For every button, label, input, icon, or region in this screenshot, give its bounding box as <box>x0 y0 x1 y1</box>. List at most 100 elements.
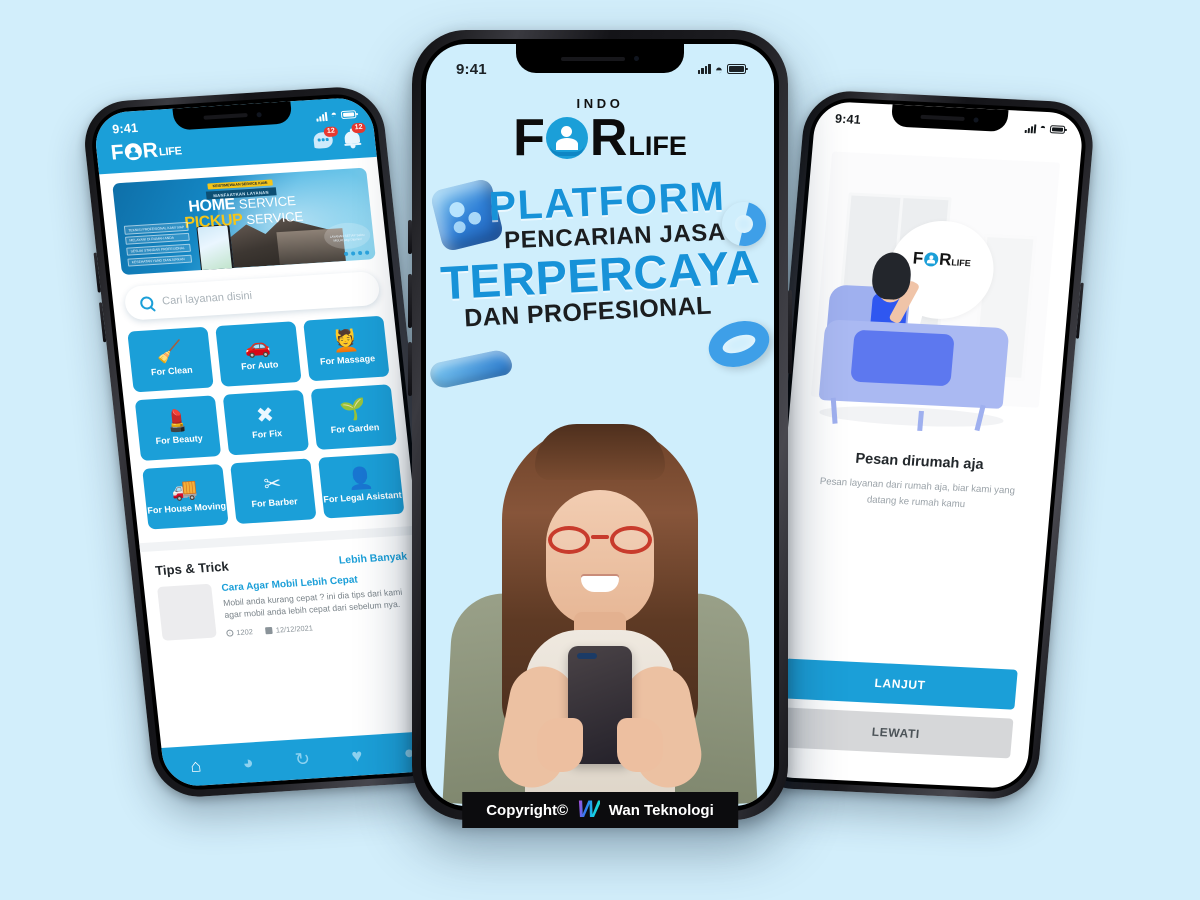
mute-switch[interactable] <box>408 220 412 254</box>
logo-letter-r: R <box>141 138 160 163</box>
service-label: For Garden <box>330 422 380 436</box>
status-time: 9:41 <box>456 60 487 78</box>
search-icon <box>139 295 154 310</box>
tip-thumbnail <box>157 583 217 641</box>
service-tile-for-fix[interactable]: ✖ For Fix <box>222 389 310 456</box>
hero-photo-woman-with-phone <box>426 414 774 806</box>
volume-up-button[interactable] <box>408 274 412 328</box>
service-tile-for-clean[interactable]: 🧹 For Clean <box>127 326 214 393</box>
scissors-comb-icon: ✂ <box>262 472 283 497</box>
notification-button[interactable]: 12 <box>343 122 367 149</box>
tip-date: 12/12/2021 <box>265 623 313 635</box>
service-tile-for-house-moving[interactable]: 🚚 For House Moving <box>142 463 229 530</box>
service-tile-for-garden[interactable]: 🌱 For Garden <box>310 384 398 450</box>
logo-letter-f: F <box>912 248 925 268</box>
tip-views-count: 1202 <box>235 627 254 638</box>
tip-meta: 1202 12/12/2021 <box>226 617 415 638</box>
logo-word-life: LIFE <box>950 257 972 269</box>
home-icon[interactable]: ⌂ <box>189 756 202 777</box>
service-tile-for-barber[interactable]: ✂ For Barber <box>230 458 317 525</box>
hero-headline-block: PLATFORM PENCARIAN JASA TERPERCAYA DAN P… <box>426 173 774 391</box>
sofa-cushion <box>850 329 955 387</box>
status-time: 9:41 <box>834 111 862 127</box>
service-label: For Massage <box>319 353 376 367</box>
promo-banner[interactable]: KEISTIMEWAAN SERVICE KAMI MANFAATKAN LAY… <box>112 167 376 276</box>
face <box>546 490 654 626</box>
beauty-face-icon: 💄 <box>162 409 192 434</box>
onboarding-title: Pesan dirumah aja <box>854 450 985 474</box>
wifi-icon: ◓ <box>330 109 338 121</box>
service-label: For House Moving <box>146 501 227 516</box>
woman-on-sofa-calling-illustration: F R LIFE <box>803 145 1064 445</box>
globe-person-hand-icon <box>923 251 939 267</box>
center-phone-screen: 9:41 ◓ INDO F R LIFE PLATFORM PENCARIAN … <box>426 44 774 806</box>
logo-letter-f: F <box>109 140 125 165</box>
refresh-icon[interactable]: ↻ <box>294 749 311 770</box>
logo-word-life: LIFE <box>158 145 183 159</box>
clock-icon[interactable]: ◕ <box>242 752 255 773</box>
logo-forlife: F R LIFE <box>426 112 774 164</box>
logo-letter-r: R <box>589 109 628 167</box>
massage-icon: 💆 <box>331 329 360 355</box>
volume-down-button[interactable] <box>408 342 412 396</box>
gardening-plant-icon: 🌱 <box>338 398 368 423</box>
service-label: For Clean <box>150 365 194 378</box>
copyright-text: Copyright© <box>486 801 569 819</box>
wifi-icon: ◓ <box>714 61 723 77</box>
service-tile-for-auto[interactable]: 🚗 For Auto <box>215 321 302 387</box>
hand-right <box>617 718 663 772</box>
service-label: For Beauty <box>155 433 204 447</box>
cellular-signal-icon <box>315 111 328 122</box>
cellular-signal-icon <box>1024 123 1037 133</box>
power-button[interactable] <box>788 290 792 374</box>
legal-assistant-person-icon: 👤 <box>346 466 375 492</box>
onboarding-subtitle: Pesan layanan dari rumah aja, biar kami … <box>819 476 1016 510</box>
smile <box>581 576 619 592</box>
service-label: For Auto <box>240 359 279 372</box>
tip-date-value: 12/12/2021 <box>275 623 314 635</box>
service-label: For Barber <box>251 496 299 510</box>
service-grid: 🧹 For Clean 🚗 For Auto 💆 For Massage 💄 F… <box>127 315 405 530</box>
tip-body: Cara Agar Mobil Lebih Cepat Mobil anda k… <box>221 571 415 638</box>
wifi-icon: ◓ <box>1039 122 1047 134</box>
service-tile-for-massage[interactable]: 💆 For Massage <box>303 315 390 382</box>
globe-person-hand-icon <box>545 117 588 159</box>
sofa-leg <box>830 397 838 425</box>
battery-full-icon <box>340 110 357 120</box>
cellular-signal-icon <box>697 63 711 75</box>
service-tile-for-legal-asistant[interactable]: 👤 For Legal Asistant <box>318 452 405 519</box>
right-phone-mockup: 9:41 ◓ F R LIFE Pesan dirumah aja Pesan … <box>745 89 1097 801</box>
onboarding-actions: LANJUT LEWATI <box>758 658 1036 790</box>
service-label: For Fix <box>251 428 283 441</box>
torus-3d-icon <box>702 313 774 375</box>
eye-icon <box>226 629 234 637</box>
hand-left <box>537 718 583 772</box>
heart-icon[interactable]: ♥ <box>350 745 363 766</box>
search-bar[interactable]: Cari layanan disini <box>123 270 381 321</box>
banner-bullet: SESUAI STANDAR PROFESIONAL <box>126 243 192 256</box>
battery-full-icon <box>727 64 748 74</box>
logo-letter-f: F <box>513 109 545 167</box>
header-icons: 12 12 <box>312 122 367 150</box>
battery-full-icon <box>1049 125 1066 134</box>
wave-3d-icon <box>428 347 514 391</box>
calendar-icon <box>265 626 274 635</box>
copyright-banner: Copyright© W Wan Teknologi <box>462 792 738 828</box>
app-logo: F R LIFE <box>109 138 183 165</box>
banner-bullet: KESEHATAN YANG DIANJURKAN <box>127 254 193 267</box>
company-name: Wan Teknologi <box>608 801 714 819</box>
sofa-leg <box>917 410 925 432</box>
center-phone-mockup: 9:41 ◓ INDO F R LIFE PLATFORM PENCARIAN … <box>408 30 792 820</box>
moving-truck-icon: 🚚 <box>170 477 200 503</box>
continue-button[interactable]: LANJUT <box>782 658 1018 710</box>
search-placeholder: Cari layanan disini <box>161 289 253 308</box>
red-glasses-icon <box>548 526 652 554</box>
wan-teknologi-logo-icon: W <box>577 796 600 824</box>
broom-icon: 🧹 <box>155 340 185 366</box>
tools-wrench-screwdriver-icon: ✖ <box>255 403 276 428</box>
logo-word-life: LIFE <box>628 130 687 161</box>
chat-button[interactable]: 12 <box>312 125 339 149</box>
service-tile-for-beauty[interactable]: 💄 For Beauty <box>134 395 222 461</box>
skip-button[interactable]: LEWATI <box>778 707 1014 759</box>
status-bar: 9:41 ◓ <box>426 44 774 84</box>
